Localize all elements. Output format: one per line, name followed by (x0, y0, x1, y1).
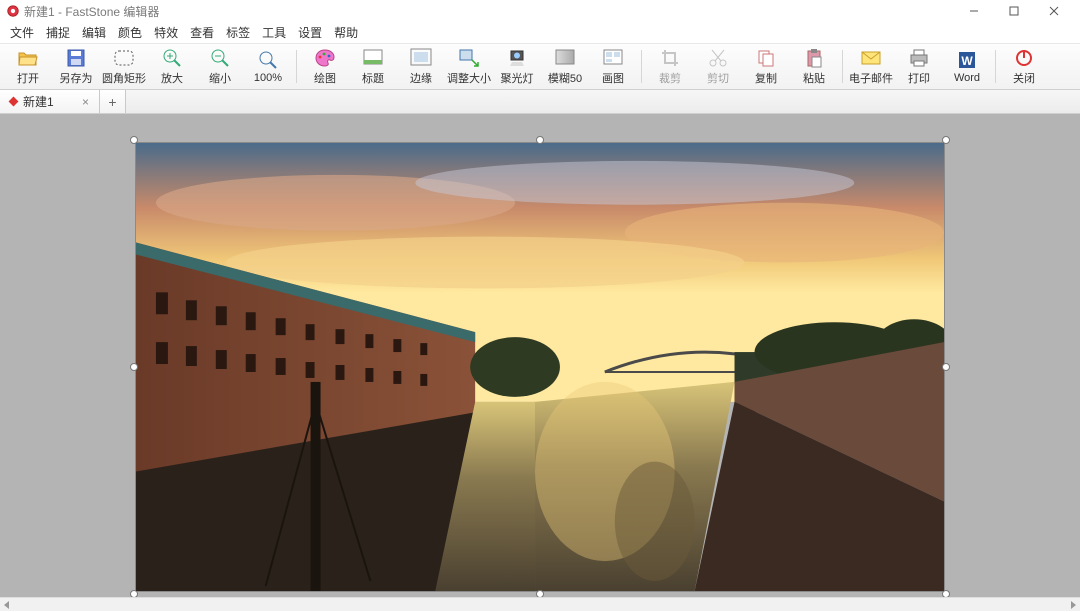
menu-capture[interactable]: 捕捉 (46, 24, 70, 41)
modified-indicator-icon (9, 97, 19, 107)
tabbar: 新建1 × + (0, 90, 1080, 114)
cut-button[interactable]: 剪切 (694, 46, 742, 87)
save-as-button[interactable]: 另存为 (52, 46, 100, 87)
toolbar-separator (995, 50, 996, 83)
horizontal-scrollbar[interactable] (0, 597, 1080, 611)
palette-icon (313, 47, 337, 69)
tab-label: 新建1 (23, 93, 76, 110)
close-window-button[interactable] (1034, 0, 1074, 22)
rounded-rect-icon (112, 47, 136, 69)
email-icon (859, 47, 883, 69)
word-icon: W (955, 49, 979, 71)
scroll-left-icon[interactable] (0, 598, 14, 612)
menu-view[interactable]: 查看 (190, 24, 214, 41)
maximize-button[interactable] (994, 0, 1034, 22)
paste-button[interactable]: 粘贴 (790, 46, 838, 87)
floppy-icon (64, 47, 88, 69)
menu-color[interactable]: 颜色 (118, 24, 142, 41)
copy-button[interactable]: 复制 (742, 46, 790, 87)
toolbar-separator (842, 50, 843, 83)
canvas-area[interactable] (0, 114, 1080, 597)
resize-handle-tr[interactable] (942, 136, 950, 144)
resize-handle-r[interactable] (942, 363, 950, 371)
new-tab-button[interactable]: + (100, 90, 126, 113)
paste-icon (802, 47, 826, 69)
spotlight-button[interactable]: 聚光灯 (493, 46, 541, 87)
menubar: 文件 捕捉 编辑 颜色 特效 查看 标签 工具 设置 帮助 (0, 22, 1080, 44)
blur-icon (553, 47, 577, 69)
spotlight-icon (505, 47, 529, 69)
toolbar: 打开 另存为 圆角矩形 放大 缩小 100% 绘图 标题 边缘 调整大小 聚光灯 (0, 44, 1080, 90)
menu-effects[interactable]: 特效 (154, 24, 178, 41)
caption-icon (361, 47, 385, 69)
toolbar-separator (641, 50, 642, 83)
resize-button[interactable]: 调整大小 (445, 46, 493, 87)
tab-active[interactable]: 新建1 × (0, 90, 100, 113)
crop-icon (658, 47, 682, 69)
image-selection[interactable] (135, 142, 945, 592)
scissors-icon (706, 47, 730, 69)
close-button[interactable]: 关闭 (1000, 46, 1048, 87)
zoom-in-icon (160, 47, 184, 69)
zoom-out-icon (208, 47, 232, 69)
resize-handle-bl[interactable] (130, 590, 138, 597)
resize-handle-br[interactable] (942, 590, 950, 597)
menu-tags[interactable]: 标签 (226, 24, 250, 41)
svg-text:W: W (961, 54, 973, 68)
zoom-out-button[interactable]: 缩小 (196, 46, 244, 87)
zoom-100-button[interactable]: 100% (244, 46, 292, 87)
round-rect-button[interactable]: 圆角矩形 (100, 46, 148, 87)
blur-button[interactable]: 模糊50 (541, 46, 589, 87)
menu-settings[interactable]: 设置 (298, 24, 322, 41)
thumbnail-icon (601, 47, 625, 69)
menu-file[interactable]: 文件 (10, 24, 34, 41)
resize-handle-l[interactable] (130, 363, 138, 371)
titlebar: 新建1 - FastStone 编辑器 (0, 0, 1080, 22)
resize-handle-b[interactable] (536, 590, 544, 597)
caption-button[interactable]: 标题 (349, 46, 397, 87)
window-title: 新建1 - FastStone 编辑器 (24, 3, 159, 20)
crop-button[interactable]: 裁剪 (646, 46, 694, 87)
resize-handle-tl[interactable] (130, 136, 138, 144)
thumbnail-button[interactable]: 画图 (589, 46, 637, 87)
zoom-100-icon (256, 49, 280, 71)
resize-icon (457, 47, 481, 69)
folder-open-icon (16, 47, 40, 69)
scroll-track[interactable] (14, 598, 1066, 612)
email-button[interactable]: 电子邮件 (847, 46, 895, 87)
edge-icon (409, 47, 433, 69)
plus-icon: + (108, 94, 116, 110)
print-button[interactable]: 打印 (895, 46, 943, 87)
power-icon (1012, 47, 1036, 69)
menu-edit[interactable]: 编辑 (82, 24, 106, 41)
minimize-button[interactable] (954, 0, 994, 22)
resize-handle-t[interactable] (536, 136, 544, 144)
tab-close-icon[interactable]: × (82, 95, 89, 109)
menu-tools[interactable]: 工具 (262, 24, 286, 41)
app-icon (6, 4, 20, 18)
menu-help[interactable]: 帮助 (334, 24, 358, 41)
zoom-in-button[interactable]: 放大 (148, 46, 196, 87)
toolbar-separator (296, 50, 297, 83)
copy-icon (754, 47, 778, 69)
image-content[interactable] (135, 142, 945, 592)
draw-button[interactable]: 绘图 (301, 46, 349, 87)
edge-button[interactable]: 边缘 (397, 46, 445, 87)
word-button[interactable]: W Word (943, 46, 991, 87)
printer-icon (907, 47, 931, 69)
scroll-right-icon[interactable] (1066, 598, 1080, 612)
open-button[interactable]: 打开 (4, 46, 52, 87)
